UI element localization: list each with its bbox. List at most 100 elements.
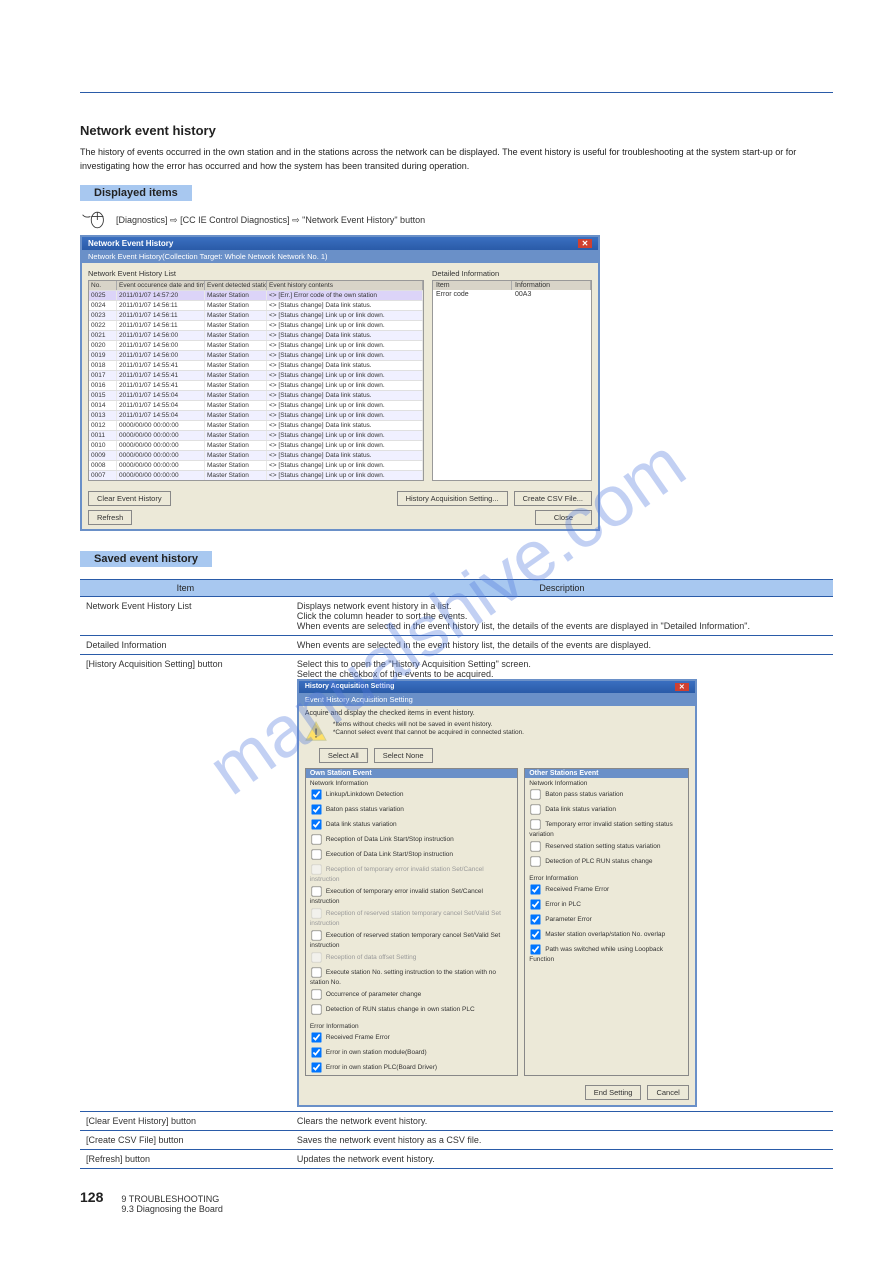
checkbox-input[interactable]: [311, 989, 321, 999]
table-row[interactable]: 00202011/01/07 14:56:00Master Station<> …: [89, 340, 423, 350]
description-table: Item Description Network Event History L…: [80, 579, 833, 1169]
table-row[interactable]: 00080000/00/00 00:00:00Master Station<> …: [89, 460, 423, 470]
checkbox-item[interactable]: Error in PLC: [525, 897, 688, 912]
table-row[interactable]: 00152011/01/07 14:55:04Master Station<> …: [89, 390, 423, 400]
cell-st: Master Station: [205, 401, 267, 410]
table-row[interactable]: 00172011/01/07 14:55:41Master Station<> …: [89, 370, 423, 380]
checkbox-input[interactable]: [531, 929, 541, 939]
table-row[interactable]: 00192011/01/07 14:56:00Master Station<> …: [89, 350, 423, 360]
detail-box: Item Information Error code 00A3: [432, 280, 592, 481]
checkbox-item[interactable]: Reception of data offset Setting: [306, 950, 517, 965]
table-row[interactable]: 00090000/00/00 00:00:00Master Station<> …: [89, 450, 423, 460]
checkbox-input[interactable]: [311, 1047, 321, 1057]
refresh-button[interactable]: Refresh: [88, 510, 132, 525]
checkbox-item[interactable]: Execute station No. setting instruction …: [306, 965, 517, 987]
table-row[interactable]: 00212011/01/07 14:56:00Master Station<> …: [89, 330, 423, 340]
dialog-subtitle: Event History Acquisition Setting: [299, 693, 695, 706]
checkbox-input[interactable]: [531, 819, 541, 829]
checkbox-input[interactable]: [311, 864, 321, 874]
close-icon[interactable]: ✕: [675, 683, 689, 691]
checkbox-item[interactable]: Detection of RUN status change in own st…: [306, 1002, 517, 1017]
th-station[interactable]: Event detected station: [205, 281, 267, 290]
end-setting-button[interactable]: End Setting: [585, 1085, 642, 1100]
checkbox-item[interactable]: Linkup/Linkdown Detection: [306, 787, 517, 802]
checkbox-item[interactable]: Data link status variation: [525, 802, 688, 817]
table-header[interactable]: No. Event occurence date and time Event …: [89, 281, 423, 290]
cell-item: Network Event History List: [80, 597, 291, 636]
checkbox-item[interactable]: Execution of Data Link Start/Stop instru…: [306, 847, 517, 862]
table-row[interactable]: 00142011/01/07 14:55:04Master Station<> …: [89, 400, 423, 410]
table-row[interactable]: 00110000/00/00 00:00:00Master Station<> …: [89, 430, 423, 440]
table-row[interactable]: 00120000/00/00 00:00:00Master Station<> …: [89, 420, 423, 430]
create-csv-button[interactable]: Create CSV File...: [514, 491, 592, 506]
checkbox-input[interactable]: [531, 884, 541, 894]
table-row[interactable]: 00222011/01/07 14:56:11Master Station<> …: [89, 320, 423, 330]
checkbox-item[interactable]: Received Frame Error: [525, 882, 688, 897]
checkbox-item[interactable]: Parameter Error: [525, 912, 688, 927]
checkbox-input[interactable]: [311, 930, 321, 940]
desc-line: Select this to open the "History Acquisi…: [297, 659, 827, 669]
table-row[interactable]: 00132011/01/07 14:55:04Master Station<> …: [89, 410, 423, 420]
detail-info: 00A3: [512, 290, 591, 299]
checkbox-item[interactable]: Execution of reserved station temporary …: [306, 928, 517, 950]
checkbox-input[interactable]: [531, 804, 541, 814]
checkbox-item[interactable]: Error in own station PLC(Board Driver): [306, 1060, 517, 1075]
checkbox-item[interactable]: Execution of temporary error invalid sta…: [306, 884, 517, 906]
checkbox-item[interactable]: Master station overlap/station No. overl…: [525, 927, 688, 942]
table-row[interactable]: 00100000/00/00 00:00:00Master Station<> …: [89, 440, 423, 450]
select-none-button[interactable]: Select None: [374, 748, 433, 763]
select-all-button[interactable]: Select All: [319, 748, 368, 763]
checkbox-input[interactable]: [311, 1062, 321, 1072]
checkbox-input[interactable]: [531, 841, 541, 851]
checkbox-item[interactable]: Received Frame Error: [306, 1030, 517, 1045]
th-contents[interactable]: Event history contents: [267, 281, 423, 290]
table-row[interactable]: 00242011/01/07 14:56:11Master Station<> …: [89, 300, 423, 310]
checkbox-input[interactable]: [311, 886, 321, 896]
table-row[interactable]: 00070000/00/00 00:00:00Master Station<> …: [89, 470, 423, 480]
checkbox-item[interactable]: Occurrence of parameter change: [306, 987, 517, 1002]
detail-label: Detailed Information: [432, 269, 592, 278]
th-no[interactable]: No.: [89, 281, 117, 290]
checkbox-item[interactable]: Reception of temporary error invalid sta…: [306, 862, 517, 884]
checkbox-input[interactable]: [311, 849, 321, 859]
close-button[interactable]: Close: [535, 510, 592, 525]
table-row[interactable]: 00252011/01/07 14:57:20Master Station<> …: [89, 290, 423, 300]
checkbox-input[interactable]: [311, 908, 321, 918]
checkbox-input[interactable]: [311, 1004, 321, 1014]
checkbox-input[interactable]: [311, 834, 321, 844]
checkbox-item[interactable]: Data link status variation: [306, 817, 517, 832]
cell-no: 0024: [89, 301, 117, 310]
th-datetime[interactable]: Event occurence date and time: [117, 281, 205, 290]
checkbox-item[interactable]: Reception of Data Link Start/Stop instru…: [306, 832, 517, 847]
checkbox-item[interactable]: Detection of PLC RUN status change: [525, 854, 688, 869]
checkbox-input[interactable]: [311, 819, 321, 829]
cell-no: 0016: [89, 381, 117, 390]
table-row[interactable]: 00162011/01/07 14:55:41Master Station<> …: [89, 380, 423, 390]
checkbox-item[interactable]: Temporary error invalid station setting …: [525, 817, 688, 839]
table-row[interactable]: 00182011/01/07 14:55:41Master Station<> …: [89, 360, 423, 370]
checkbox-input[interactable]: [531, 914, 541, 924]
clear-history-button[interactable]: Clear Event History: [88, 491, 171, 506]
checkbox-input[interactable]: [311, 1032, 321, 1042]
checkbox-input[interactable]: [531, 856, 541, 866]
checkbox-item[interactable]: Baton pass status variation: [306, 802, 517, 817]
checkbox-item[interactable]: Reception of reserved station temporary …: [306, 906, 517, 928]
close-icon[interactable]: ✕: [578, 239, 592, 248]
checkbox-item[interactable]: Reserved station setting status variatio…: [525, 839, 688, 854]
cancel-button[interactable]: Cancel: [647, 1085, 688, 1100]
checkbox-input[interactable]: [531, 944, 541, 954]
event-history-table[interactable]: No. Event occurence date and time Event …: [88, 280, 424, 481]
checkbox-input[interactable]: [311, 967, 321, 977]
checkbox-item[interactable]: Baton pass status variation: [525, 787, 688, 802]
checkbox-item[interactable]: Error in own station module(Board): [306, 1045, 517, 1060]
checkbox-input[interactable]: [311, 952, 321, 962]
checkbox-input[interactable]: [531, 899, 541, 909]
history-acquisition-button[interactable]: History Acquisition Setting...: [397, 491, 508, 506]
checkbox-input[interactable]: [311, 804, 321, 814]
cell-dt: 2011/01/07 14:55:04: [117, 401, 205, 410]
checkbox-input[interactable]: [311, 789, 321, 799]
checkbox-item[interactable]: Path was switched while using Loopback F…: [525, 942, 688, 964]
checkbox-input[interactable]: [531, 789, 541, 799]
cell-ct: <> [Status change] Link up or link down.: [267, 351, 423, 360]
table-row[interactable]: 00232011/01/07 14:56:11Master Station<> …: [89, 310, 423, 320]
